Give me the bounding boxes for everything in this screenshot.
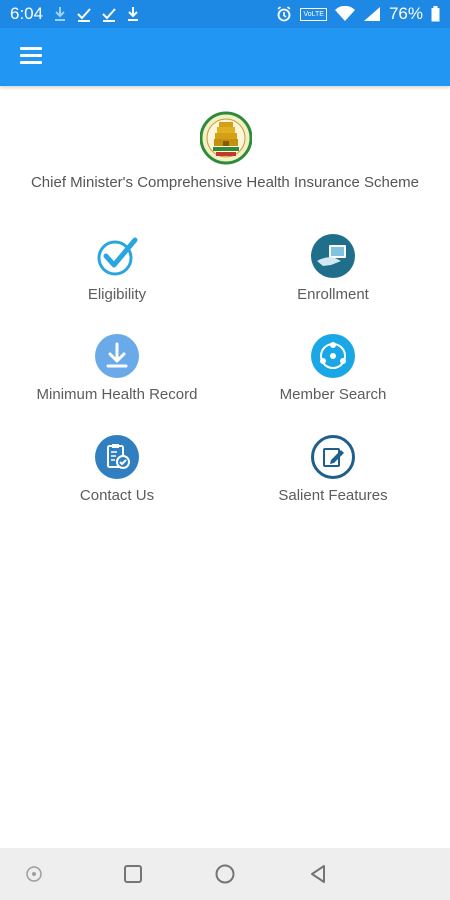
enrollment-label: Enrollment — [297, 286, 369, 303]
member-search-label: Member Search — [279, 386, 387, 403]
salient-features-label: Salient Features — [278, 487, 388, 504]
volte-badge: VoLTE — [300, 7, 327, 21]
edit-note-icon — [311, 435, 355, 479]
recents-icon[interactable] — [121, 862, 145, 886]
download-notification-icon — [55, 7, 66, 21]
tamil-nadu-emblem — [200, 111, 252, 165]
member-search-icon — [311, 334, 355, 378]
eligibility-label: Eligibility — [87, 286, 147, 303]
system-navigation-bar — [0, 848, 450, 900]
check-mark-icon — [97, 237, 138, 276]
minimum-health-record-tile[interactable]: Minimum Health Record — [17, 334, 217, 414]
scheme-title: Chief Minister's Comprehensive Health In… — [30, 174, 420, 191]
enrollment-card-icon — [311, 234, 355, 278]
eligibility-tile[interactable]: Eligibility — [17, 234, 217, 314]
check-notification-icon — [77, 8, 91, 22]
contact-us-tile[interactable]: Contact Us — [17, 435, 217, 515]
battery-icon — [431, 6, 440, 22]
wifi-icon — [334, 6, 355, 21]
minimum-health-record-label: Minimum Health Record — [36, 386, 198, 403]
home-icon[interactable] — [213, 862, 237, 886]
contact-us-label: Contact Us — [79, 487, 155, 504]
app-bar — [0, 28, 450, 86]
signal-icon — [363, 7, 380, 21]
member-search-tile[interactable]: Member Search — [233, 334, 433, 414]
status-time: 6:04 — [10, 4, 44, 23]
assistant-dot-icon[interactable] — [22, 862, 46, 886]
check-notification-icon-2 — [102, 8, 116, 22]
status-bar: 6:04 VoLTE 76% — [0, 0, 450, 28]
battery-percent: 76% — [388, 4, 423, 23]
download-notification-icon-2 — [128, 7, 139, 21]
download-icon — [95, 334, 139, 378]
back-icon[interactable] — [306, 862, 330, 886]
salient-features-tile[interactable]: Salient Features — [233, 435, 433, 515]
enrollment-tile[interactable]: Enrollment — [233, 234, 433, 314]
hamburger-menu-icon[interactable] — [20, 47, 42, 67]
alarm-icon — [277, 6, 291, 22]
clipboard-check-icon — [95, 435, 139, 479]
